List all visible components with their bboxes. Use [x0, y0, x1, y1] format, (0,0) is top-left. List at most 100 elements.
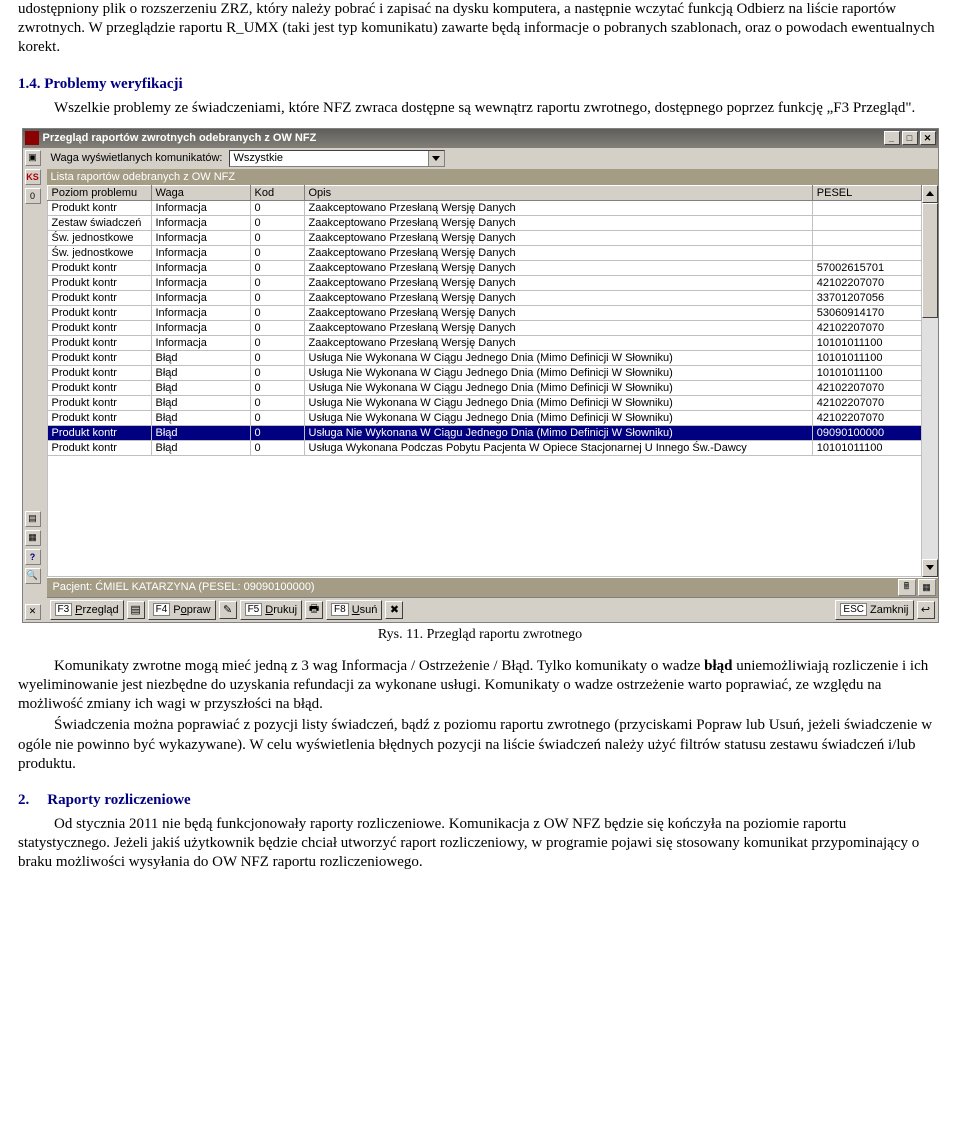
table-row[interactable]: Produkt kontrInformacja0Zaakceptowano Pr… [47, 305, 921, 320]
table-row[interactable]: Św. jednostkoweInformacja0Zaakceptowano … [47, 230, 921, 245]
chevron-down-icon[interactable] [428, 151, 444, 166]
toolbar-icon[interactable]: ▦ [25, 530, 41, 546]
help-icon[interactable]: ? [25, 549, 41, 565]
filter-value: Wszystkie [230, 152, 428, 164]
col-kod[interactable]: Kod [250, 185, 304, 200]
table-row[interactable]: Produkt kontrBłąd0Usługa Nie Wykonana W … [47, 365, 921, 380]
cell-kod: 0 [250, 200, 304, 215]
cell-kod: 0 [250, 365, 304, 380]
table-row[interactable]: Produkt kontrInformacja0Zaakceptowano Pr… [47, 320, 921, 335]
paragraph: Od stycznia 2011 nie będą funkcjonowały … [18, 815, 942, 873]
cell-poziom: Produkt kontr [47, 305, 151, 320]
status-button[interactable]: 🖩 [898, 579, 916, 596]
status-text: Pacjent: ĆMIEL KATARZYNA (PESEL: 0909010… [49, 581, 896, 593]
filter-row: Waga wyświetlanych komunikatów: Wszystki… [47, 148, 938, 169]
close-button[interactable]: ✕ [920, 131, 936, 145]
status-button[interactable]: ▦ [918, 579, 936, 596]
cell-kod: 0 [250, 335, 304, 350]
maximize-button[interactable]: □ [902, 131, 918, 145]
toolbar-icon[interactable]: ▤ [127, 601, 145, 619]
figure-caption: Rys. 11. Przegląd raportu zwrotnego [18, 627, 942, 643]
table-row[interactable]: Produkt kontrBłąd0Usługa Nie Wykonana W … [47, 350, 921, 365]
vertical-scrollbar[interactable] [922, 185, 938, 577]
scroll-up-button[interactable] [922, 185, 938, 203]
cell-opis: Zaakceptowano Przesłaną Wersję Danych [304, 260, 812, 275]
cell-pesel: 33701207056 [812, 290, 921, 305]
cell-kod: 0 [250, 290, 304, 305]
col-waga[interactable]: Waga [151, 185, 250, 200]
cell-waga: Błąd [151, 380, 250, 395]
exit-icon[interactable]: ↩ [917, 601, 935, 619]
cell-poziom: Św. jednostkowe [47, 245, 151, 260]
function-bar: F3PPrzeglądrzegląd ▤ F4Popraw ✎ F5Drukuj… [47, 598, 938, 622]
table-row[interactable]: Produkt kontrBłąd0Usługa Nie Wykonana W … [47, 380, 921, 395]
paragraph: udostępniony plik o rozszerzeniu ZRZ, kt… [18, 0, 942, 58]
cell-pesel [812, 245, 921, 260]
cell-kod: 0 [250, 215, 304, 230]
f4-button[interactable]: F4Popraw [148, 600, 216, 620]
cell-kod: 0 [250, 350, 304, 365]
cell-opis: Usługa Wykonana Podczas Pobytu Pacjenta … [304, 440, 812, 455]
cell-opis: Zaakceptowano Przesłaną Wersję Danych [304, 215, 812, 230]
cell-waga: Informacja [151, 335, 250, 350]
f5-button[interactable]: F5Drukuj [240, 600, 302, 620]
toolbar-icon[interactable]: ▣ [25, 150, 41, 166]
table-row[interactable]: Św. jednostkoweInformacja0Zaakceptowano … [47, 245, 921, 260]
cell-pesel: 53060914170 [812, 305, 921, 320]
table-row[interactable]: Produkt kontrInformacja0Zaakceptowano Pr… [47, 290, 921, 305]
app-window: Przegląd raportów zwrotnych odebranych z… [22, 128, 939, 623]
table-row[interactable]: Produkt kontrBłąd0Usługa Nie Wykonana W … [47, 410, 921, 425]
f8-button[interactable]: F8Usuń [326, 600, 382, 620]
delete-icon[interactable]: ✖ [385, 601, 403, 619]
cell-waga: Błąd [151, 410, 250, 425]
cell-kod: 0 [250, 230, 304, 245]
cell-pesel: 42102207070 [812, 395, 921, 410]
table-row[interactable]: Zestaw świadczeńInformacja0Zaakceptowano… [47, 215, 921, 230]
cell-poziom: Zestaw świadczeń [47, 215, 151, 230]
scroll-track[interactable] [922, 203, 938, 559]
cell-pesel: 09090100000 [812, 425, 921, 440]
grid-header-row: Poziom problemu Waga Kod Opis PESEL [47, 185, 921, 200]
cell-opis: Usługa Nie Wykonana W Ciągu Jednego Dnia… [304, 350, 812, 365]
toolbar-icon[interactable]: ▤ [25, 511, 41, 527]
cell-opis: Usługa Nie Wykonana W Ciągu Jednego Dnia… [304, 380, 812, 395]
cell-pesel [812, 215, 921, 230]
cell-waga: Informacja [151, 260, 250, 275]
scroll-down-button[interactable] [922, 559, 938, 577]
cell-kod: 0 [250, 440, 304, 455]
cell-poziom: Św. jednostkowe [47, 230, 151, 245]
cell-pesel: 57002615701 [812, 260, 921, 275]
paragraph: Świadczenia można poprawiać z pozycji li… [18, 716, 942, 774]
esc-button[interactable]: ESCZamknij [835, 600, 913, 620]
table-row[interactable]: Produkt kontrInformacja0Zaakceptowano Pr… [47, 275, 921, 290]
filter-combo[interactable]: Wszystkie [229, 150, 445, 167]
cell-pesel: 42102207070 [812, 275, 921, 290]
toolbar-icon-ks[interactable]: KS [25, 169, 41, 185]
left-toolbar: ▣ KS 0 ▤ ▦ ? 🔍 ✕ [23, 148, 47, 622]
table-row[interactable]: Produkt kontrInformacja0Zaakceptowano Pr… [47, 335, 921, 350]
titlebar[interactable]: Przegląd raportów zwrotnych odebranych z… [23, 129, 938, 148]
report-grid[interactable]: Poziom problemu Waga Kod Opis PESEL Prod… [47, 185, 922, 577]
toolbar-icon[interactable]: ✎ [219, 601, 237, 619]
cell-pesel [812, 200, 921, 215]
col-poziom[interactable]: Poziom problemu [47, 185, 151, 200]
cell-waga: Informacja [151, 290, 250, 305]
table-row[interactable]: Produkt kontrInformacja0Zaakceptowano Pr… [47, 200, 921, 215]
cell-opis: Usługa Nie Wykonana W Ciągu Jednego Dnia… [304, 395, 812, 410]
table-row[interactable]: Produkt kontrBłąd0Usługa Wykonana Podcza… [47, 440, 921, 455]
search-icon[interactable]: 🔍 [25, 568, 41, 584]
minimize-button[interactable]: _ [884, 131, 900, 145]
close-icon[interactable]: ✕ [25, 604, 41, 620]
cell-kod: 0 [250, 305, 304, 320]
print-icon[interactable]: 🖶 [305, 601, 323, 619]
f3-button[interactable]: F3PPrzeglądrzegląd [50, 600, 124, 620]
table-row[interactable]: Produkt kontrBłąd0Usługa Nie Wykonana W … [47, 395, 921, 410]
col-pesel[interactable]: PESEL [812, 185, 921, 200]
cell-waga: Informacja [151, 215, 250, 230]
toolbar-icon-zero[interactable]: 0 [25, 188, 41, 204]
col-opis[interactable]: Opis [304, 185, 812, 200]
cell-poziom: Produkt kontr [47, 380, 151, 395]
table-row[interactable]: Produkt kontrBłąd0Usługa Nie Wykonana W … [47, 425, 921, 440]
scroll-thumb[interactable] [922, 203, 938, 318]
table-row[interactable]: Produkt kontrInformacja0Zaakceptowano Pr… [47, 260, 921, 275]
